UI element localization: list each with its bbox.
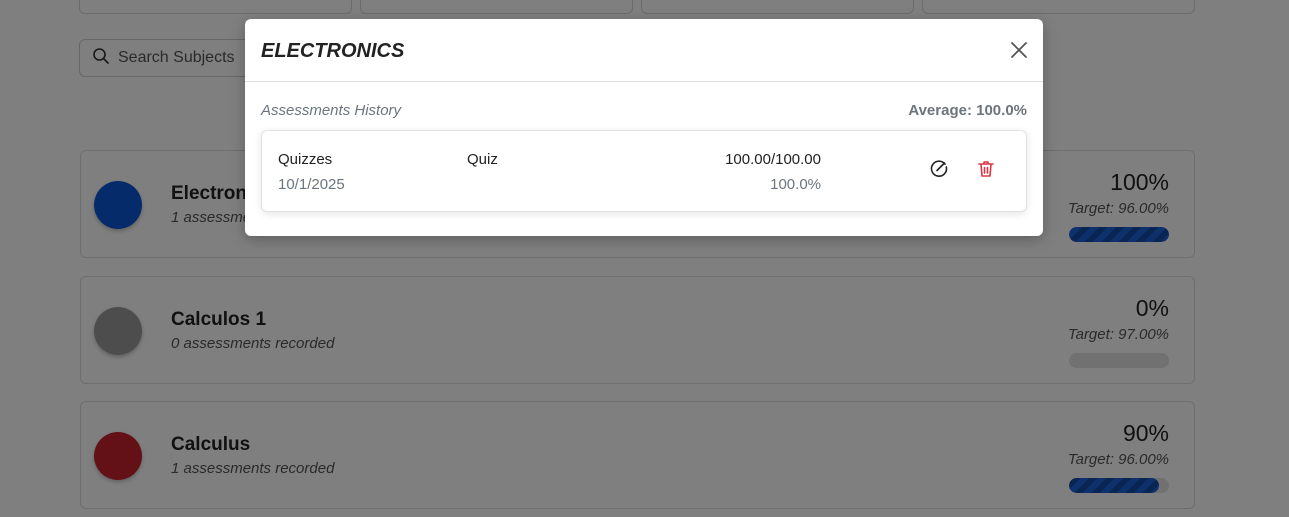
assessment-date: 10/1/2025 bbox=[278, 176, 345, 193]
history-label: Assessments History bbox=[261, 102, 402, 119]
trash-icon bbox=[978, 161, 994, 177]
close-icon bbox=[1011, 42, 1027, 58]
assessment-percent: 100.0% bbox=[770, 176, 821, 193]
modal-header: ELECTRONICS bbox=[245, 19, 1043, 82]
delete-button[interactable] bbox=[975, 158, 997, 180]
assessment-row: Quizzes 10/1/2025 Quiz 100.00/100.00 100… bbox=[261, 130, 1027, 212]
assessment-history-modal: ELECTRONICS Assessments History Average:… bbox=[245, 19, 1043, 236]
assessment-score: 100.00/100.00 bbox=[725, 151, 821, 168]
modal-title: ELECTRONICS bbox=[261, 40, 405, 62]
assessment-type: Quiz bbox=[467, 151, 498, 168]
edit-button[interactable] bbox=[928, 158, 950, 180]
average-score: Average: 100.0% bbox=[908, 102, 1027, 119]
close-button[interactable] bbox=[1009, 40, 1029, 60]
edit-icon bbox=[930, 160, 948, 177]
assessment-category: Quizzes bbox=[278, 151, 333, 168]
